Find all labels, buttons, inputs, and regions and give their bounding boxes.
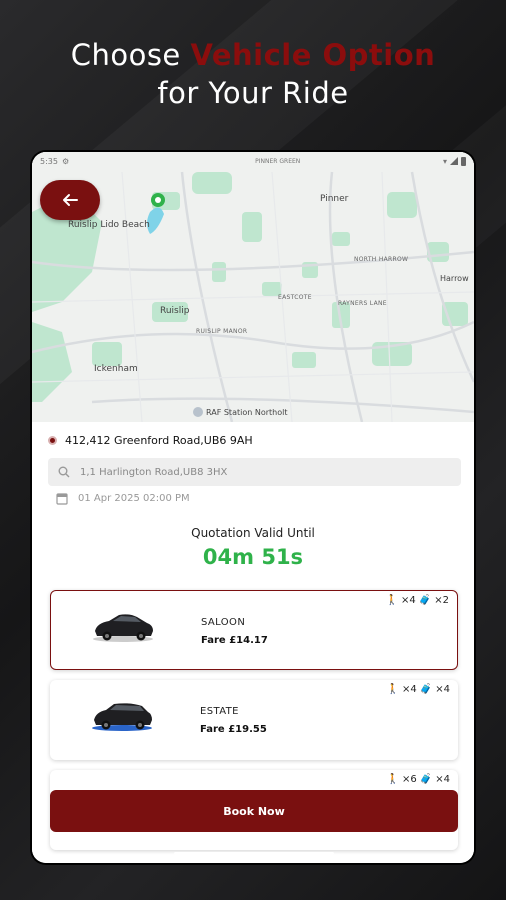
destination-input[interactable]: 1,1 Harlington Road,UB8 3HX	[48, 458, 461, 486]
map-label-harrow: Harrow	[440, 274, 469, 283]
promo-headline: Choose Vehicle Option for Your Ride	[0, 36, 506, 112]
map-label-pinner: Pinner	[320, 194, 349, 204]
status-time: 5:35	[40, 156, 58, 166]
pickup-datetime: 01 Apr 2025 02:00 PM	[78, 493, 190, 504]
signal-icon	[450, 157, 458, 165]
passenger-icon: 🚶	[386, 774, 400, 785]
luggage-icon: 🧳	[419, 774, 433, 785]
map-label-ruislip-manor: RUISLIP MANOR	[196, 328, 248, 335]
destination-address: 1,1 Harlington Road,UB8 3HX	[80, 466, 228, 478]
quotation-timer: 04m 51s	[202, 545, 304, 569]
luggage-count: ×2	[434, 595, 449, 606]
passenger-icon: 🚶	[385, 595, 399, 606]
map-label-ickenham: Ickenham	[94, 364, 138, 374]
booking-sheet: 412,412 Greenford Road,UB6 9AH 1,1 Harli…	[32, 422, 474, 863]
map-label-north-harrow: NORTH HARROW	[354, 256, 409, 263]
luggage-count: ×4	[435, 684, 450, 695]
car-image	[93, 614, 153, 642]
passenger-count: ×4	[402, 684, 417, 695]
home-indicator[interactable]	[174, 852, 334, 855]
headline-prefix: Choose	[70, 38, 191, 72]
pickup-row[interactable]: 412,412 Greenford Road,UB6 9AH	[48, 434, 253, 447]
vehicle-name: SALOON	[201, 617, 246, 628]
map-label-eastcote: EASTCOTE	[278, 294, 312, 301]
pickup-address: 412,412 Greenford Road,UB6 9AH	[65, 434, 253, 447]
calendar-icon	[56, 493, 68, 505]
luggage-icon: 🧳	[418, 595, 432, 606]
vehicle-card-saloon[interactable]: 🚶 ×4 🧳 ×2 SALOON Fare £14.17	[50, 590, 458, 670]
phone-frame: 5:35 ⚙ PINNER GREEN ▾ Ruislip Lido Beach…	[30, 150, 476, 865]
map-label-ruislip: Ruislip	[160, 306, 190, 316]
vehicle-card-estate[interactable]: 🚶 ×4 🧳 ×4 ESTATE Fare £19.55	[50, 680, 458, 760]
headline-line2: for Your Ride	[157, 76, 349, 110]
pickup-dot-icon	[48, 436, 57, 445]
passenger-count: ×4	[401, 595, 416, 606]
status-settings-icon: ⚙	[61, 156, 70, 166]
app-screen: 5:35 ⚙ PINNER GREEN ▾ Ruislip Lido Beach…	[32, 152, 474, 863]
status-bar: 5:35 ⚙ PINNER GREEN ▾	[32, 152, 474, 170]
vehicle-capacity: 🚶 ×4 🧳 ×2	[386, 595, 449, 606]
headline-accent: Vehicle Option	[190, 38, 436, 72]
vehicle-capacity: 🚶 ×6 🧳 ×4	[387, 774, 450, 785]
quotation-label: Quotation Valid Until	[191, 526, 315, 540]
wifi-icon: ▾	[442, 156, 447, 166]
arrow-left-icon	[63, 194, 78, 206]
search-icon	[58, 466, 70, 478]
vehicle-fare: Fare £19.55	[200, 724, 267, 735]
book-now-button[interactable]: Book Now	[50, 790, 458, 832]
map-label-lido: Ruislip Lido Beach	[68, 220, 150, 230]
passenger-icon: 🚶	[386, 684, 400, 695]
back-button[interactable]	[40, 180, 100, 220]
luggage-icon: 🧳	[419, 684, 433, 695]
status-center-label: PINNER GREEN	[255, 157, 301, 165]
date-picker[interactable]: 01 Apr 2025 02:00 PM	[56, 492, 190, 505]
battery-icon	[461, 156, 466, 166]
map-label-rayners: RAYNERS LANE	[338, 300, 387, 307]
map-label-raf: RAF Station Northolt	[206, 408, 288, 417]
luggage-count: ×4	[435, 774, 450, 785]
vehicle-capacity: 🚶 ×4 🧳 ×4	[387, 684, 450, 695]
vehicle-name: ESTATE	[200, 706, 239, 717]
passenger-count: ×6	[402, 774, 417, 785]
car-image	[92, 703, 152, 731]
vehicle-fare: Fare £14.17	[201, 635, 268, 646]
